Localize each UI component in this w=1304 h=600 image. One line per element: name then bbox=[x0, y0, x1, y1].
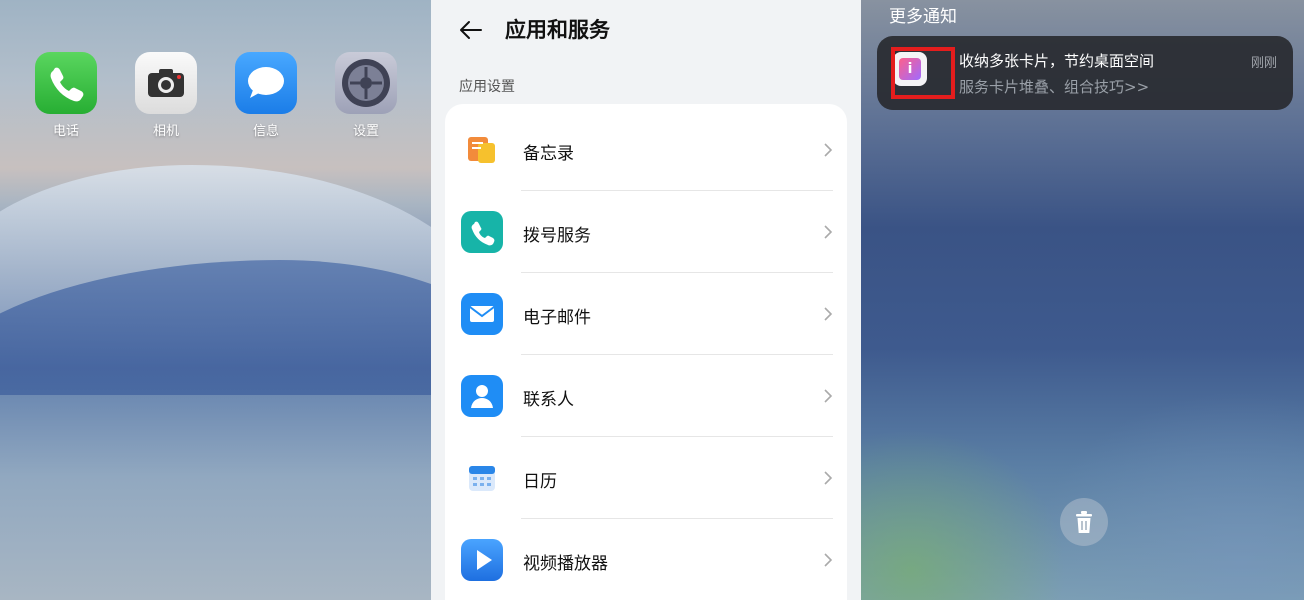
camera-icon bbox=[135, 52, 197, 114]
item-label: 拨号服务 bbox=[523, 226, 591, 246]
dialer-icon bbox=[461, 211, 503, 253]
app-label: 电话 bbox=[52, 124, 79, 139]
notification-time: 刚刚 bbox=[1250, 56, 1277, 71]
list-item-notes[interactable]: 备忘录 bbox=[445, 109, 847, 191]
chevron-right-icon bbox=[823, 306, 833, 322]
top-bar: 应用和服务 bbox=[431, 0, 861, 60]
app-settings[interactable]: 设置 bbox=[334, 52, 398, 139]
highlight-box bbox=[891, 47, 955, 99]
back-arrow-icon[interactable] bbox=[457, 16, 485, 44]
chevron-right-icon bbox=[823, 470, 833, 486]
chevron-right-icon bbox=[823, 388, 833, 404]
email-icon bbox=[461, 293, 503, 335]
clear-all-button[interactable] bbox=[1060, 498, 1108, 546]
section-header: 应用设置 bbox=[459, 79, 515, 95]
app-phone[interactable]: 电话 bbox=[34, 52, 98, 139]
chevron-right-icon bbox=[823, 552, 833, 568]
app-label: 信息 bbox=[252, 124, 279, 139]
item-label: 日历 bbox=[523, 472, 557, 492]
notification-screen: 更多通知 i 收纳多张卡片，节约桌面空间 服务卡片堆叠、组合技巧>> 刚刚 bbox=[861, 0, 1304, 600]
list-item-dialer[interactable]: 拨号服务 bbox=[445, 191, 847, 273]
item-label: 备忘录 bbox=[523, 144, 574, 164]
notifications-header: 更多通知 bbox=[889, 7, 957, 27]
home-screen: 电话 相机 信息 设置 bbox=[0, 0, 431, 600]
contacts-icon bbox=[461, 375, 503, 417]
chevron-right-icon bbox=[823, 224, 833, 240]
notification-subtitle: 服务卡片堆叠、组合技巧>> bbox=[959, 78, 1150, 96]
settings-icon bbox=[335, 52, 397, 114]
app-camera[interactable]: 相机 bbox=[134, 52, 198, 139]
message-icon bbox=[235, 52, 297, 114]
app-label: 设置 bbox=[352, 124, 379, 139]
list-item-email[interactable]: 电子邮件 bbox=[445, 273, 847, 355]
page-title: 应用和服务 bbox=[505, 18, 610, 42]
app-messages[interactable]: 信息 bbox=[234, 52, 298, 139]
video-player-icon bbox=[461, 539, 503, 581]
settings-screen: 应用和服务 应用设置 备忘录 拨号服务 电子邮件 联系人 日历 视频播放器 bbox=[431, 0, 861, 600]
app-label: 相机 bbox=[152, 124, 179, 139]
chevron-right-icon bbox=[823, 142, 833, 158]
item-label: 联系人 bbox=[523, 390, 574, 410]
item-label: 视频播放器 bbox=[523, 554, 608, 574]
item-label: 电子邮件 bbox=[523, 308, 591, 328]
list-item-contacts[interactable]: 联系人 bbox=[445, 355, 847, 437]
phone-icon bbox=[35, 52, 97, 114]
calendar-icon bbox=[461, 457, 503, 499]
notes-icon bbox=[461, 129, 503, 171]
settings-list: 备忘录 拨号服务 电子邮件 联系人 日历 视频播放器 bbox=[445, 104, 847, 600]
notification-card[interactable]: i 收纳多张卡片，节约桌面空间 服务卡片堆叠、组合技巧>> 刚刚 bbox=[877, 36, 1293, 110]
wallpaper-lake bbox=[0, 395, 431, 600]
list-item-calendar[interactable]: 日历 bbox=[445, 437, 847, 519]
list-item-video-player[interactable]: 视频播放器 bbox=[445, 519, 847, 600]
notification-title: 收纳多张卡片，节约桌面空间 bbox=[959, 52, 1155, 70]
trash-icon bbox=[1076, 511, 1092, 533]
